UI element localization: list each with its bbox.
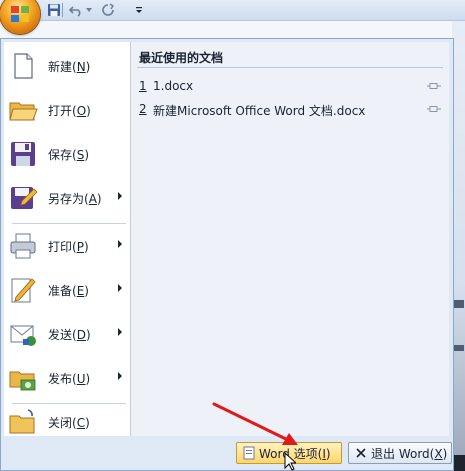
menu-item-open[interactable]: 打开(O) xyxy=(4,88,130,132)
menu-item-label: 新建(N) xyxy=(48,60,91,74)
word-options-icon xyxy=(243,446,255,460)
publish-folder-icon xyxy=(9,371,36,391)
save-as-icon xyxy=(11,187,38,209)
recent-title-underline xyxy=(137,67,443,68)
pin-icon[interactable] xyxy=(427,105,441,113)
menu-item-print[interactable]: 打印(P) xyxy=(4,224,130,268)
save-icon[interactable] xyxy=(46,2,62,18)
submenu-arrow-icon xyxy=(118,192,122,200)
prepare-pencil-icon xyxy=(11,278,36,303)
quick-access-toolbar xyxy=(0,0,465,21)
menu-item-label: 打开(O) xyxy=(48,104,91,118)
menu-item-label: 准备(E) xyxy=(48,284,89,298)
recent-document-number: 2 xyxy=(139,102,147,116)
command-list: 新建(N) 打开(O) 保存(S) 另存为(A) 打印(P) 准备(E) 发送(… xyxy=(4,42,131,436)
menu-item-label: 另存为(A) xyxy=(48,192,102,206)
exit-word-button[interactable]: 退出 Word(X) xyxy=(348,442,452,464)
submenu-arrow-icon xyxy=(118,372,122,380)
office-menu: 新建(N) 打开(O) 保存(S) 另存为(A) 打印(P) 准备(E) 发送(… xyxy=(0,38,454,471)
menu-item-label: 发布(U) xyxy=(48,372,91,386)
printer-icon xyxy=(10,233,36,259)
menu-item-label: 打印(P) xyxy=(48,240,89,254)
toolbar-separator xyxy=(62,3,63,17)
recent-document-number: 1 xyxy=(139,79,147,93)
menu-item-save[interactable]: 保存(S) xyxy=(4,132,130,176)
background-fragment xyxy=(454,300,464,308)
submenu-arrow-icon xyxy=(118,328,122,336)
customize-dropdown-icon[interactable] xyxy=(134,2,144,18)
new-document-icon xyxy=(14,53,33,79)
undo-icon[interactable] xyxy=(68,2,84,18)
open-folder-icon xyxy=(9,102,38,121)
menu-item-prepare[interactable]: 准备(E) xyxy=(4,268,130,312)
submenu-arrow-icon xyxy=(118,240,122,248)
menu-item-new[interactable]: 新建(N) xyxy=(4,44,130,88)
menu-item-close[interactable]: 关闭(C) xyxy=(4,400,130,444)
menu-item-label: 发送(D) xyxy=(48,328,91,342)
menu-item-label: 保存(S) xyxy=(48,148,89,162)
submenu-arrow-icon xyxy=(118,284,122,292)
close-folder-icon xyxy=(9,409,35,434)
recent-document-name: 1.docx xyxy=(153,79,194,93)
exit-word-label: 退出 Word(X) xyxy=(371,446,448,461)
recent-documents-title: 最近使用的文档 xyxy=(139,51,224,65)
menu-item-save-as[interactable]: 另存为(A) xyxy=(4,176,130,220)
office-button[interactable] xyxy=(0,0,40,34)
background-fragment xyxy=(454,345,464,351)
menu-item-label: 关闭(C) xyxy=(48,416,90,430)
recent-document-name: 新建Microsoft Office Word 文档.docx xyxy=(153,104,366,118)
menu-item-publish[interactable]: 发布(U) xyxy=(4,356,130,400)
pin-icon[interactable] xyxy=(427,82,441,90)
office-logo-icon xyxy=(11,6,29,22)
recent-documents-pane: 最近使用的文档 1 1.docx 2 新建Microsoft Office Wo… xyxy=(131,42,449,436)
recent-document-item[interactable]: 2 新建Microsoft Office Word 文档.docx xyxy=(139,100,443,118)
send-mail-icon xyxy=(10,325,36,346)
redo-icon[interactable] xyxy=(100,2,116,18)
undo-dropdown-icon[interactable] xyxy=(85,2,93,18)
close-icon xyxy=(356,448,366,458)
mouse-cursor-icon xyxy=(284,452,296,471)
menu-item-send[interactable]: 发送(D) xyxy=(4,312,130,356)
recent-document-item[interactable]: 1 1.docx xyxy=(139,77,443,95)
floppy-disk-icon xyxy=(11,142,35,166)
